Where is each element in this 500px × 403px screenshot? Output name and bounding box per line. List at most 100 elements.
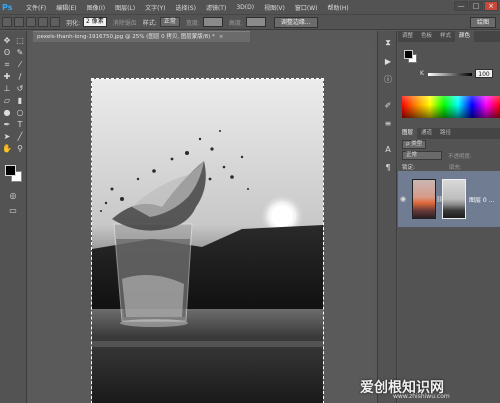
- menu-filter[interactable]: 滤镜(T): [201, 3, 231, 12]
- healing-tool-icon[interactable]: ✚: [1, 71, 13, 82]
- clone-stamp-tool-icon[interactable]: ⊥: [1, 83, 13, 94]
- feather-label: 羽化:: [66, 19, 81, 27]
- tab-layers[interactable]: 图层: [398, 128, 418, 139]
- layer-thumbnail[interactable]: [412, 179, 436, 219]
- document-title: pexels-thanh-long-1916750.jpg @ 25% (图层 …: [37, 34, 215, 40]
- dodge-tool-icon[interactable]: ○: [14, 107, 26, 118]
- crop-tool-icon[interactable]: ⌗: [1, 59, 13, 70]
- eyedropper-tool-icon[interactable]: ⁄: [14, 59, 26, 70]
- layers-panel: 图层 通道 路径 ρ 类型 正常 不透明度: 锁定: 填充:: [398, 128, 500, 172]
- opacity-label: 不透明度:: [448, 153, 472, 160]
- menu-view[interactable]: 视图(V): [259, 3, 290, 12]
- height-label: 高度:: [228, 19, 243, 27]
- panel-foreground-swatch[interactable]: [404, 50, 413, 59]
- refine-edge-button[interactable]: 调整边缘...: [273, 16, 318, 28]
- blend-row: 正常 不透明度:: [398, 150, 500, 161]
- image-canvas[interactable]: [91, 78, 324, 403]
- eraser-tool-icon[interactable]: ▱: [1, 95, 13, 106]
- tab-styles[interactable]: 样式: [436, 31, 455, 42]
- layer-kind-select[interactable]: ρ 类型: [402, 140, 427, 149]
- brush-panel-icon[interactable]: ✐: [381, 99, 395, 111]
- quick-mask-icon[interactable]: ◎: [7, 190, 19, 201]
- menu-image[interactable]: 图像(I): [82, 3, 110, 12]
- move-tool-icon[interactable]: ✥: [1, 35, 13, 46]
- tool-preset-picker[interactable]: [2, 17, 12, 27]
- zoom-tool-icon[interactable]: ⚲: [14, 143, 26, 154]
- quick-select-tool-icon[interactable]: ✎: [14, 47, 26, 58]
- intersect-selection-icon[interactable]: [50, 17, 60, 27]
- actions-icon[interactable]: ▶: [381, 55, 395, 67]
- history-brush-tool-icon[interactable]: ↺: [14, 83, 26, 94]
- screen-mode-icon[interactable]: ▭: [7, 205, 19, 216]
- history-icon[interactable]: ⧗: [381, 37, 395, 49]
- type-tool-icon[interactable]: T: [14, 119, 26, 130]
- add-selection-icon[interactable]: [26, 17, 36, 27]
- feather-input[interactable]: 2 像素: [83, 17, 107, 27]
- menu-bar: Ps 文件(F) 编辑(E) 图像(I) 图层(L) 文字(Y) 选择(S) 滤…: [0, 0, 500, 14]
- tab-paths[interactable]: 路径: [436, 128, 455, 139]
- paragraph-icon[interactable]: ¶: [381, 161, 395, 173]
- splash-photo: [92, 79, 323, 403]
- pen-tool-icon[interactable]: ✒: [1, 119, 13, 130]
- gradient-tool-icon[interactable]: ▮: [14, 95, 26, 106]
- blur-tool-icon[interactable]: ●: [1, 107, 13, 118]
- menu-select[interactable]: 选择(S): [170, 3, 201, 12]
- menu-3d[interactable]: 3D(D): [231, 4, 259, 11]
- character-icon[interactable]: A: [381, 143, 395, 155]
- lasso-tool-icon[interactable]: ʘ: [1, 47, 13, 58]
- maximize-button[interactable]: □: [469, 1, 483, 11]
- foreground-color[interactable]: [5, 165, 16, 176]
- toolbox: ✥ ⬚ ʘ ✎ ⌗ ⁄ ✚ ∕ ⊥ ↺ ▱ ▮ ● ○ ✒ T ➤ ╱ ✋ ⚲ …: [0, 31, 27, 403]
- marquee-tool-icon[interactable]: ⬚: [14, 35, 26, 46]
- window-controls: — □ ×: [453, 1, 498, 11]
- lock-label: 锁定:: [402, 164, 415, 171]
- layer-row[interactable]: ◉ ⛓ 图层 0 ...: [398, 171, 500, 227]
- tab-color[interactable]: 颜色: [455, 31, 475, 42]
- style-label: 样式:: [142, 19, 157, 27]
- menu-layer[interactable]: 图层(L): [110, 3, 140, 12]
- blend-mode-select[interactable]: 正常: [402, 151, 442, 160]
- photoshop-window: Ps 文件(F) 编辑(E) 图像(I) 图层(L) 文字(Y) 选择(S) 滤…: [0, 0, 500, 403]
- tab-swatches[interactable]: 色板: [417, 31, 436, 42]
- width-input[interactable]: [202, 17, 223, 27]
- layer-filter-row: ρ 类型: [398, 139, 500, 150]
- minimize-button[interactable]: —: [454, 1, 468, 11]
- brush-presets-icon[interactable]: ≡: [381, 117, 395, 129]
- color-swatches[interactable]: [2, 162, 26, 184]
- color-spectrum[interactable]: [402, 96, 500, 118]
- layer-mask-thumbnail[interactable]: [442, 179, 466, 219]
- antialias-checkbox[interactable]: 消除锯齿: [113, 18, 137, 27]
- menu-edit[interactable]: 编辑(E): [51, 3, 81, 12]
- panel-icon-strip: ⧗ ▶ ⓘ ✐ ≡ A ¶: [377, 31, 397, 403]
- hand-tool-icon[interactable]: ✋: [1, 143, 13, 154]
- menu-window[interactable]: 窗口(W): [290, 3, 323, 12]
- path-select-tool-icon[interactable]: ➤: [1, 131, 13, 142]
- height-input[interactable]: [245, 17, 266, 27]
- workspace-select[interactable]: 绘图: [469, 17, 496, 28]
- k-slider[interactable]: [428, 73, 472, 76]
- width-label: 宽度:: [185, 19, 200, 27]
- document-tab[interactable]: pexels-thanh-long-1916750.jpg @ 25% (图层 …: [33, 31, 250, 42]
- style-select[interactable]: 正常: [159, 17, 180, 27]
- k-value-input[interactable]: 100: [475, 69, 493, 78]
- tab-close-icon[interactable]: ×: [219, 34, 224, 40]
- properties-icon[interactable]: ⓘ: [381, 73, 395, 85]
- close-button[interactable]: ×: [484, 1, 498, 11]
- tab-channels[interactable]: 通道: [417, 128, 436, 139]
- brush-tool-icon[interactable]: ∕: [14, 71, 26, 82]
- tab-adjustments[interactable]: 调整: [398, 31, 417, 42]
- watermark-url: www.zhishiwu.com: [393, 393, 450, 400]
- menu-type[interactable]: 文字(Y): [140, 3, 170, 12]
- k-label: K: [420, 70, 424, 77]
- layer-name[interactable]: 图层 0 ...: [469, 195, 494, 204]
- menu-help[interactable]: 帮助(H): [323, 3, 354, 12]
- right-panels: 调整 色板 样式 颜色 K 100 图层 通道 路径 ρ 类型 正常 不透明度:: [398, 31, 500, 403]
- menu-file[interactable]: 文件(F): [21, 3, 51, 12]
- fill-label: 填充:: [448, 164, 462, 171]
- new-selection-icon[interactable]: [14, 17, 24, 27]
- ps-logo: Ps: [2, 2, 13, 12]
- shape-tool-icon[interactable]: ╱: [14, 131, 26, 142]
- subtract-selection-icon[interactable]: [38, 17, 48, 27]
- layers-panel-tabs: 图层 通道 路径: [398, 128, 500, 139]
- visibility-eye-icon[interactable]: ◉: [400, 195, 408, 203]
